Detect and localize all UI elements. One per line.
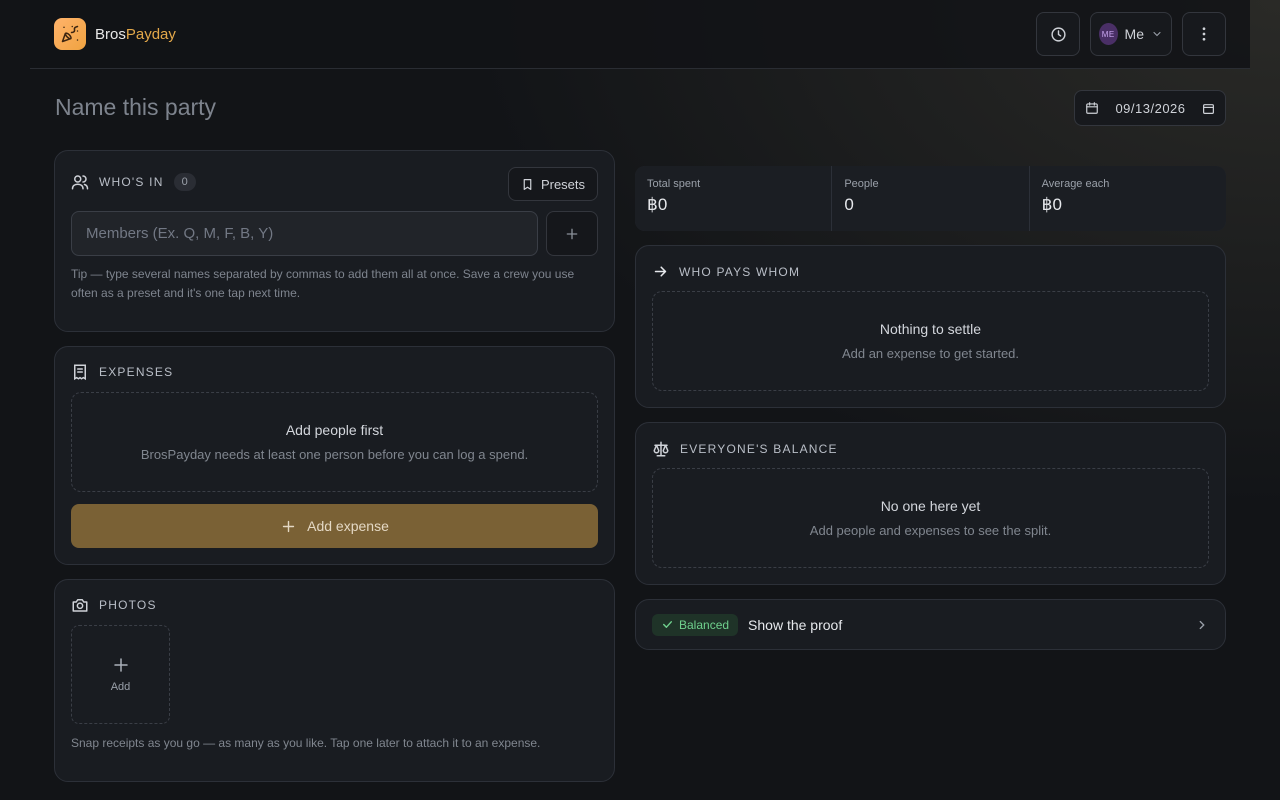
balanced-badge: Balanced [652, 613, 739, 636]
members-header: Who's in 0 [71, 173, 196, 191]
presets-label: Presets [540, 176, 586, 192]
calendar-picker-icon[interactable] [1202, 102, 1215, 115]
members-input[interactable] [71, 211, 538, 256]
settle-empty-subtitle: Add an expense to get started. [841, 346, 1020, 361]
expenses-header: Expenses [71, 363, 173, 381]
balance-card: Everyone's balance No one here yet Add p… [635, 422, 1226, 585]
brand-name: BrosPayday [95, 26, 176, 43]
settle-header: Who pays whom [652, 263, 800, 280]
plus-icon [564, 226, 580, 242]
stat-value: 0 [844, 195, 854, 214]
check-icon [661, 618, 674, 631]
show-proof-label: Show the proof [748, 616, 843, 633]
add-member-button[interactable] [546, 211, 598, 256]
show-proof-row[interactable]: Balanced Show the proof [635, 599, 1226, 650]
settle-empty-title: Nothing to settle [879, 321, 982, 337]
user-label: Me [1124, 26, 1144, 42]
chevron-right-icon [1195, 618, 1209, 632]
party-popper-icon [54, 18, 86, 50]
balance-empty-title: No one here yet [880, 498, 981, 514]
stat-label: Total spent [647, 178, 701, 190]
members-tip: Tip — type several names separated by co… [71, 267, 575, 300]
members-title: Who's in [99, 175, 164, 189]
history-button[interactable] [1036, 12, 1080, 56]
photos-title: Photos [99, 598, 157, 612]
stat-people: People 0 [832, 166, 1029, 231]
settle-title: Who pays whom [679, 264, 801, 279]
plus-icon [112, 656, 130, 674]
users-icon [71, 173, 89, 191]
party-date-field[interactable]: 09/13/2026 [1074, 90, 1226, 126]
photos-card: Photos Add Snap receipts as you go — as … [54, 579, 615, 782]
settle-card: Who pays whom Nothing to settle Add an e… [635, 245, 1226, 408]
presets-button[interactable]: Presets [508, 167, 598, 201]
balance-empty-state: No one here yet Add people and expenses … [652, 468, 1209, 568]
add-photo-button[interactable]: Add [71, 625, 170, 724]
stat-total-spent: Total spent ฿0 [635, 166, 832, 231]
top-bar: BrosPayday ME Me [30, 0, 1250, 69]
photos-header: Photos [71, 596, 157, 614]
user-menu-button[interactable]: ME Me [1090, 12, 1172, 56]
summary-stats: Total spent ฿0 People 0 Average each ฿0 [635, 166, 1226, 231]
scale-icon [652, 440, 670, 458]
add-expense-label: Add expense [307, 518, 389, 534]
expenses-title: Expenses [99, 365, 174, 379]
expenses-empty-subtitle: BrosPayday needs at least one person bef… [140, 447, 529, 462]
arrow-right-icon [652, 263, 669, 280]
stat-label: Average each [1041, 178, 1110, 190]
members-card: Who's in 0 Presets Tip — type several na… [54, 150, 615, 332]
add-photo-label: Add [110, 681, 131, 693]
brand-name-part2: Payday [125, 25, 176, 43]
stat-value: ฿0 [1041, 195, 1062, 214]
receipt-icon [71, 363, 89, 381]
stat-average-each: Average each ฿0 [1029, 166, 1226, 231]
plus-icon [280, 518, 297, 535]
avatar: ME [1099, 23, 1118, 45]
clock-icon [1050, 26, 1067, 43]
balance-header: Everyone's balance [652, 440, 838, 458]
more-vertical-icon [1195, 25, 1213, 43]
stat-label: People [844, 178, 879, 190]
calendar-icon [1085, 101, 1099, 115]
stat-value: ฿0 [647, 195, 668, 214]
more-menu-button[interactable] [1182, 12, 1226, 56]
brand-name-part1: Bros [95, 25, 126, 43]
members-count-badge: 0 [173, 173, 196, 191]
expenses-card: Expenses Add people first BrosPayday nee… [54, 346, 615, 565]
party-name-field[interactable]: Name this party [55, 94, 216, 121]
expenses-empty-title: Add people first [285, 422, 384, 438]
camera-icon [71, 596, 89, 614]
balance-empty-subtitle: Add people and expenses to see the split… [809, 523, 1052, 538]
chevron-down-icon [1151, 28, 1163, 40]
party-date-value: 09/13/2026 [1115, 100, 1186, 116]
add-expense-button[interactable]: Add expense [71, 504, 598, 548]
bookmark-icon [521, 178, 534, 191]
photos-tip: Snap receipts as you go — as many as you… [71, 736, 541, 750]
brand[interactable]: BrosPayday [54, 18, 176, 50]
balance-title: Everyone's balance [680, 442, 838, 456]
settle-empty-state: Nothing to settle Add an expense to get … [652, 291, 1209, 391]
expenses-empty-state: Add people first BrosPayday needs at lea… [71, 392, 598, 492]
balanced-label: Balanced [679, 617, 730, 632]
